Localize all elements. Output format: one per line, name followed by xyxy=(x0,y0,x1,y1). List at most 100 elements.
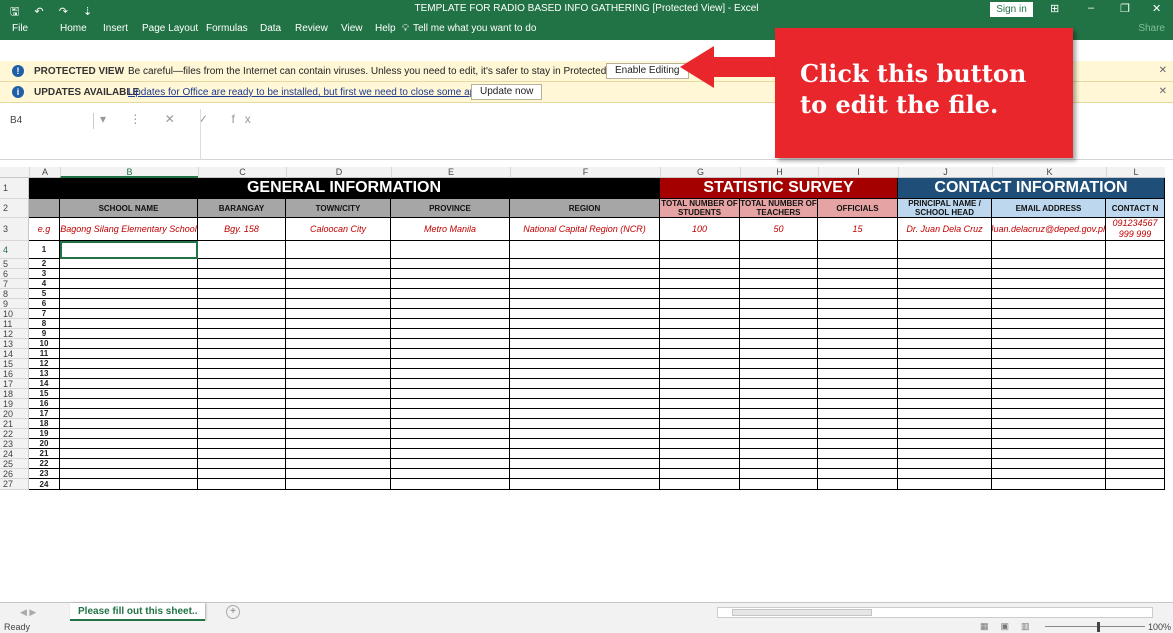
entry-number-cell[interactable]: 1 xyxy=(29,241,60,259)
table-cell[interactable] xyxy=(510,319,660,329)
table-cell[interactable] xyxy=(198,329,286,339)
add-sheet-icon[interactable]: + xyxy=(226,605,240,619)
table-cell[interactable] xyxy=(660,339,740,349)
table-cell[interactable] xyxy=(198,389,286,399)
table-cell[interactable] xyxy=(740,379,818,389)
table-cell[interactable] xyxy=(1106,449,1165,459)
updates-message-link[interactable]: Updates for Office are ready to be insta… xyxy=(128,87,489,98)
table-cell[interactable] xyxy=(898,309,992,319)
table-cell[interactable] xyxy=(1106,329,1165,339)
table-cell[interactable] xyxy=(510,379,660,389)
table-cell[interactable] xyxy=(510,241,660,259)
table-cell[interactable] xyxy=(818,339,898,349)
table-cell[interactable] xyxy=(818,419,898,429)
table-cell[interactable] xyxy=(391,289,510,299)
table-cell[interactable] xyxy=(660,409,740,419)
table-cell[interactable] xyxy=(898,289,992,299)
table-cell[interactable] xyxy=(60,329,198,339)
entry-number-cell[interactable]: 22 xyxy=(29,459,60,469)
table-cell[interactable] xyxy=(60,479,198,490)
table-cell[interactable] xyxy=(286,449,391,459)
table-cell[interactable] xyxy=(818,299,898,309)
column-header-d[interactable]: D xyxy=(286,167,391,178)
table-cell[interactable] xyxy=(198,289,286,299)
table-cell[interactable] xyxy=(1106,469,1165,479)
table-cell[interactable] xyxy=(898,429,992,439)
row-header[interactable]: 1 xyxy=(0,178,29,199)
table-cell[interactable] xyxy=(740,399,818,409)
table-cell[interactable] xyxy=(818,409,898,419)
row-header[interactable]: 20 xyxy=(0,409,29,419)
table-cell[interactable] xyxy=(992,469,1106,479)
table-cell[interactable] xyxy=(1106,479,1165,490)
entry-number-cell[interactable]: 16 xyxy=(29,399,60,409)
table-cell[interactable] xyxy=(818,469,898,479)
ribbon-display-icon[interactable]: ⊞ xyxy=(1050,2,1059,15)
table-cell[interactable] xyxy=(510,289,660,299)
table-cell[interactable] xyxy=(992,269,1106,279)
table-cell[interactable] xyxy=(1106,241,1165,259)
table-cell[interactable] xyxy=(391,319,510,329)
table-cell[interactable] xyxy=(660,289,740,299)
table-cell[interactable] xyxy=(818,439,898,449)
table-cell[interactable] xyxy=(660,369,740,379)
table-cell[interactable] xyxy=(660,241,740,259)
table-cell[interactable] xyxy=(898,359,992,369)
entry-number-cell[interactable]: 18 xyxy=(29,419,60,429)
tab-help[interactable]: Help xyxy=(375,23,396,34)
entry-number-cell[interactable]: 23 xyxy=(29,469,60,479)
table-cell[interactable] xyxy=(286,469,391,479)
zoom-slider-handle[interactable] xyxy=(1097,622,1100,632)
enable-editing-button[interactable]: Enable Editing xyxy=(606,63,689,79)
table-cell[interactable] xyxy=(60,319,198,329)
view-mode-icons[interactable]: ▦▣▥ xyxy=(980,621,1042,632)
row-header[interactable]: 6 xyxy=(0,269,29,279)
table-cell[interactable] xyxy=(198,399,286,409)
table-cell[interactable] xyxy=(286,459,391,469)
entry-number-cell[interactable]: 11 xyxy=(29,349,60,359)
table-cell[interactable] xyxy=(510,479,660,490)
table-cell[interactable] xyxy=(198,259,286,269)
table-cell[interactable] xyxy=(660,449,740,459)
table-cell[interactable] xyxy=(198,429,286,439)
table-cell[interactable] xyxy=(660,359,740,369)
table-cell[interactable] xyxy=(818,379,898,389)
table-cell[interactable] xyxy=(992,399,1106,409)
sign-in-button[interactable]: Sign in xyxy=(990,2,1033,17)
table-cell[interactable] xyxy=(286,419,391,429)
tab-insert[interactable]: Insert xyxy=(103,23,128,34)
table-cell[interactable] xyxy=(391,359,510,369)
table-cell[interactable] xyxy=(740,349,818,359)
table-cell[interactable] xyxy=(60,289,198,299)
table-cell[interactable] xyxy=(818,241,898,259)
table-cell[interactable] xyxy=(391,309,510,319)
table-cell[interactable] xyxy=(510,369,660,379)
table-cell[interactable] xyxy=(992,279,1106,289)
table-cell[interactable] xyxy=(1106,279,1165,289)
row-header[interactable]: 11 xyxy=(0,319,29,329)
table-cell[interactable] xyxy=(286,359,391,369)
table-cell[interactable] xyxy=(992,429,1106,439)
table-cell[interactable] xyxy=(391,339,510,349)
table-cell[interactable] xyxy=(992,449,1106,459)
table-cell[interactable] xyxy=(60,449,198,459)
table-cell[interactable] xyxy=(1106,439,1165,449)
table-cell[interactable] xyxy=(898,479,992,490)
table-cell[interactable] xyxy=(660,419,740,429)
entry-number-cell[interactable]: 24 xyxy=(29,479,60,490)
table-cell[interactable] xyxy=(286,259,391,269)
column-header-a[interactable]: A xyxy=(29,167,60,178)
table-cell[interactable] xyxy=(992,259,1106,269)
table-cell[interactable] xyxy=(740,329,818,339)
table-cell[interactable] xyxy=(286,429,391,439)
table-cell[interactable] xyxy=(740,369,818,379)
row-header[interactable]: 10 xyxy=(0,309,29,319)
row-header[interactable]: 24 xyxy=(0,449,29,459)
row-header[interactable]: 13 xyxy=(0,339,29,349)
table-cell[interactable] xyxy=(818,309,898,319)
table-cell[interactable] xyxy=(286,409,391,419)
row-header[interactable]: 7 xyxy=(0,279,29,289)
table-cell[interactable] xyxy=(992,359,1106,369)
table-cell[interactable] xyxy=(198,449,286,459)
tab-formulas[interactable]: Formulas xyxy=(206,23,248,34)
